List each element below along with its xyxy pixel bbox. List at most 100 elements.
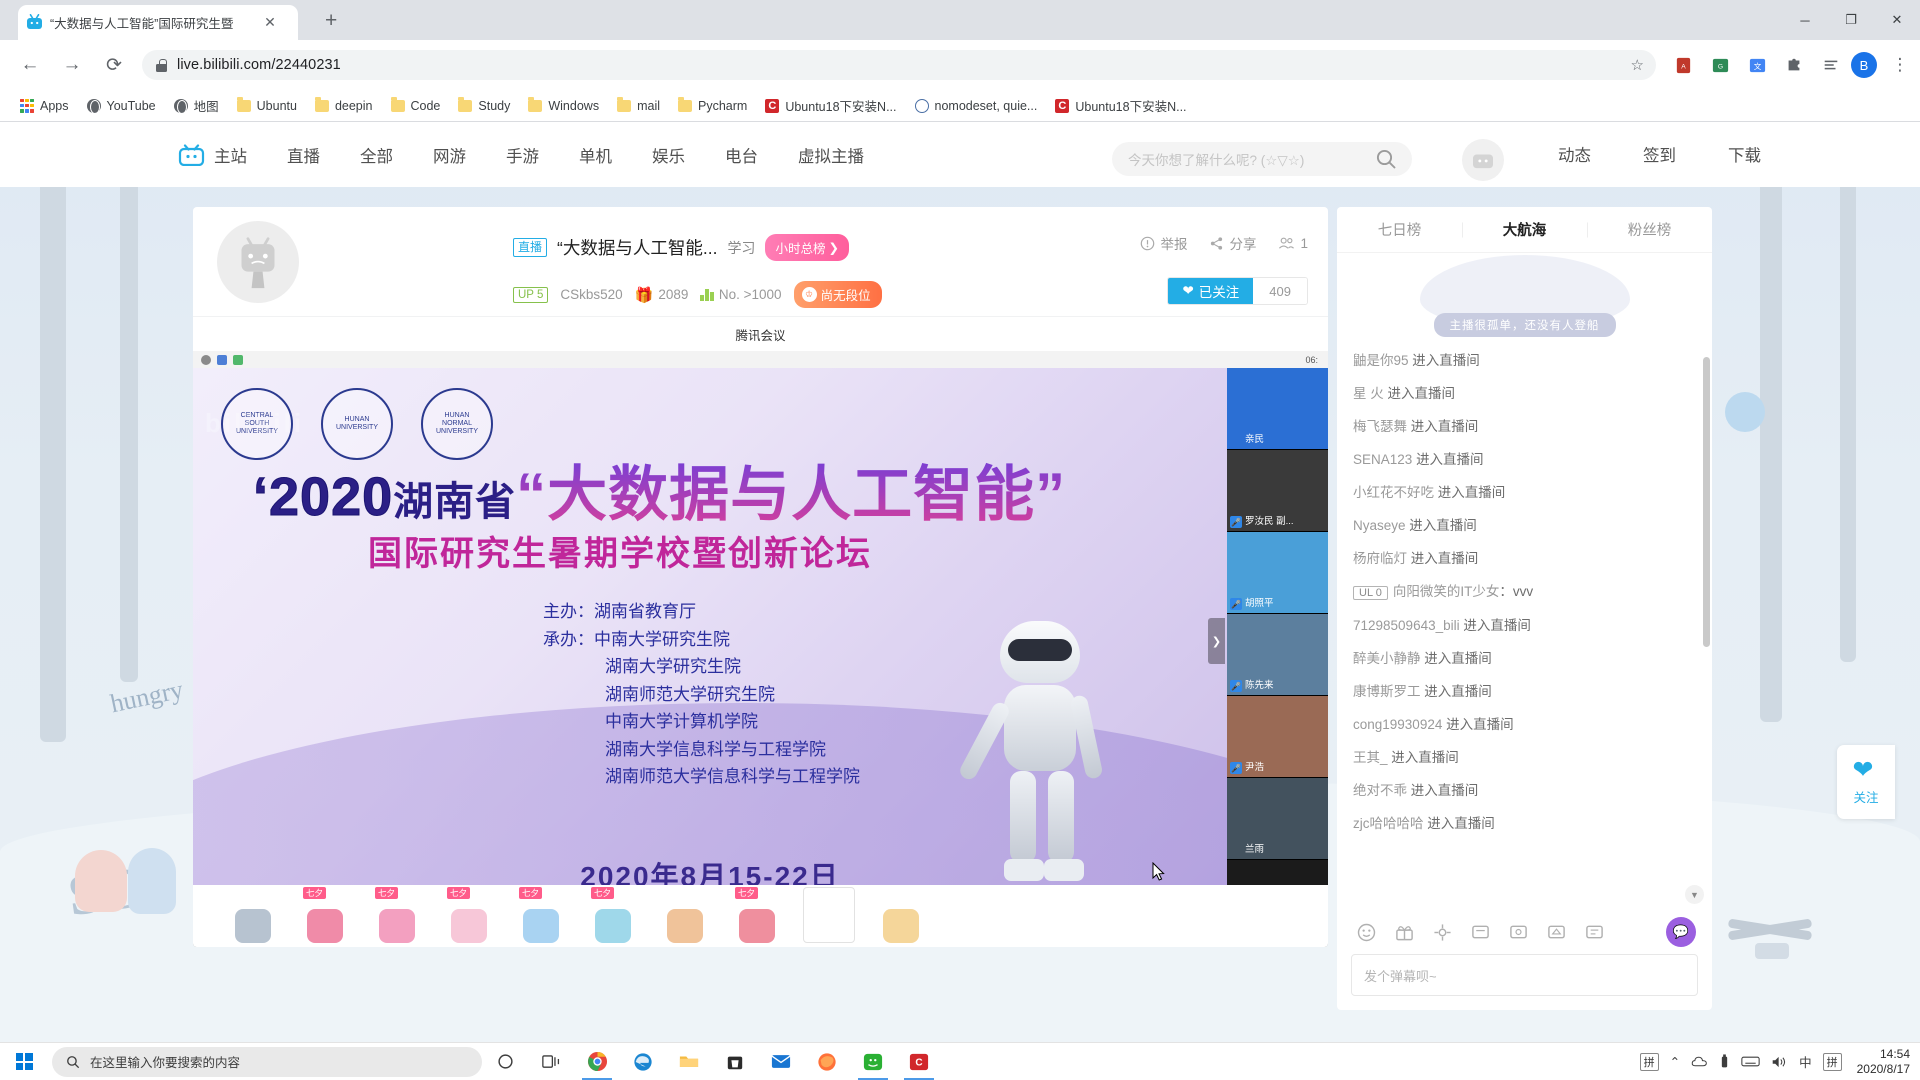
lottery-icon[interactable] [1431,921,1453,943]
usb-icon[interactable] [1719,1053,1730,1070]
gift-item[interactable]: 七夕 [299,887,351,943]
gift-item[interactable]: 七夕 [587,887,639,943]
bookmark-maps[interactable]: 地图 [166,93,227,118]
ime-indicator[interactable]: 拼 [1639,1052,1659,1071]
gift-item[interactable]: 七夕 [515,887,567,943]
gift-item[interactable]: 七夕 [371,887,423,943]
taskbar-clock[interactable]: 14:54 2020/8/17 [1857,1047,1910,1077]
store-icon[interactable] [712,1043,758,1080]
participant-thumb[interactable]: 🎤 尹浩 [1227,696,1328,778]
close-icon[interactable]: ✕ [262,14,278,31]
participant-thumb[interactable]: 🎤 胡照平 [1227,532,1328,614]
bili-nav-item-5[interactable]: 单机 [559,143,632,167]
bili-nav-item-1[interactable]: 直播 [267,143,340,167]
participant-thumb[interactable]: 🎤 陈先来 [1227,614,1328,696]
chat-user[interactable]: zjc哈哈哈哈 [1353,816,1424,831]
chevron-down-icon[interactable]: ▼ [1685,885,1704,904]
gift-item[interactable]: 七夕 [731,887,783,943]
streamer-name[interactable]: CSkbs520 [560,287,622,302]
bookmark-csdn-2[interactable]: C Ubuntu18下安装N... [1047,93,1194,118]
gift-icon[interactable] [1393,921,1415,943]
bili-right-item-1[interactable]: 签到 [1617,142,1702,166]
user-avatar[interactable] [1462,139,1504,181]
bookmark-windows[interactable]: Windows [520,96,607,116]
chat-user[interactable]: 王其_ [1353,750,1388,765]
bookmark-star-icon[interactable]: ☆ [1631,56,1644,74]
gift-item[interactable] [227,887,279,943]
bookmark-apps[interactable]: Apps [12,96,77,116]
search-icon[interactable] [1370,143,1402,175]
chat-user[interactable]: 杨府临灯 [1353,551,1407,566]
chat-scrollbar[interactable] [1703,357,1710,647]
medal-badge[interactable]: ♔ 尚无段位 [793,281,882,308]
bili-right-item-2[interactable]: 下载 [1702,142,1787,166]
gift-item[interactable] [875,887,927,943]
hour-rank-badge[interactable]: 小时总榜 ❯ [765,234,849,261]
bili-nav-item-7[interactable]: 电台 [705,143,778,167]
chrome-icon[interactable] [574,1043,620,1080]
cortana-icon[interactable] [482,1043,528,1080]
minimize-button[interactable]: ─ [1782,0,1828,40]
participant-thumb[interactable]: 兰雨 [1227,778,1328,860]
title-icon[interactable] [1583,921,1605,943]
volume-icon[interactable] [1771,1055,1788,1069]
bookmark-study[interactable]: Study [450,96,518,116]
pdf-extension-icon[interactable]: A [1666,48,1700,82]
tab-guard[interactable]: 大航海 [1462,219,1587,240]
start-button[interactable] [0,1043,48,1080]
bookmark-csdn-1[interactable]: C Ubuntu18下安装N... [757,93,904,118]
browser-tab[interactable]: “大数据与人工智能”国际研究生暨 ✕ [18,5,298,40]
participant-thumb[interactable]: 亲民 [1227,368,1328,450]
chat-user[interactable]: SENA123 [1353,452,1412,467]
room-area[interactable]: 学习 [727,238,755,258]
translate-extension-icon[interactable]: G [1703,48,1737,82]
chat-user[interactable]: 向阳微笑的IT少女 [1393,584,1500,599]
bookmark-code[interactable]: Code [383,96,449,116]
bili-right-item-0[interactable]: 动态 [1532,142,1617,166]
chat-user[interactable]: 71298509643_bili [1353,618,1460,633]
language-indicator[interactable]: 中 [1799,1052,1812,1071]
chat-user[interactable]: 星 火 [1353,386,1384,401]
report-button[interactable]: 举报 [1140,233,1187,253]
follow-button[interactable]: ❤ 已关注 [1168,278,1254,304]
bili-nav-item-6[interactable]: 娱乐 [632,143,705,167]
onedrive-icon[interactable] [1691,1055,1708,1068]
address-bar[interactable]: live.bilibili.com/22440231 ☆ [142,50,1656,80]
bili-nav-item-0[interactable]: 主站 [214,143,267,167]
profile-avatar[interactable]: B [1851,52,1877,78]
csdn-icon[interactable]: C [896,1043,942,1080]
next-participants-button[interactable]: ❯ [1208,618,1225,664]
puzzle-extensions-icon[interactable] [1777,48,1811,82]
edge-icon[interactable] [620,1043,666,1080]
medal-icon[interactable] [1469,921,1491,943]
file-explorer-icon[interactable] [666,1043,712,1080]
reload-button[interactable]: ⟳ [96,47,132,83]
bookmark-mail[interactable]: mail [609,96,668,116]
task-view-icon[interactable] [528,1043,574,1080]
bilibili-tv-logo[interactable] [178,143,205,166]
chevron-up-icon[interactable]: ⌃ [1670,1054,1680,1069]
chat-user[interactable]: 小红花不好吃 [1353,485,1434,500]
translate-icon[interactable]: 文 [1740,48,1774,82]
bookmark-ubuntu[interactable]: Ubuntu [229,96,305,116]
danmaku-input[interactable]: 发个弹幕呗~ [1351,954,1698,996]
ime-mode-box[interactable]: 拼 [1822,1052,1842,1071]
bookmark-youtube[interactable]: YouTube [79,96,164,116]
close-window-button[interactable]: ✕ [1874,0,1920,40]
noble-icon[interactable] [1545,921,1567,943]
live-player[interactable]: 腾讯会议 06: CENTRAL SOUTH UNIVERSITY HUNAN … [193,318,1328,947]
forward-button[interactable]: → [54,47,90,83]
gift-item[interactable]: 七夕 [443,887,495,943]
streamer-avatar[interactable] [217,221,299,303]
bili-nav-item-3[interactable]: 网游 [413,143,486,167]
wechat-icon[interactable] [850,1043,896,1080]
guard-icon[interactable] [1507,921,1529,943]
chat-user[interactable]: cong19930924 [1353,717,1442,732]
taskbar-search[interactable]: 在这里输入你要搜索的内容 [52,1046,482,1077]
mail-icon[interactable] [758,1043,804,1080]
tab-fans-rank[interactable]: 粉丝榜 [1587,219,1712,240]
bili-nav-item-4[interactable]: 手游 [486,143,559,167]
chat-user[interactable]: 醉美小静静 [1353,651,1421,666]
gift-item[interactable] [803,887,855,943]
maximize-button[interactable]: ❐ [1828,0,1874,40]
